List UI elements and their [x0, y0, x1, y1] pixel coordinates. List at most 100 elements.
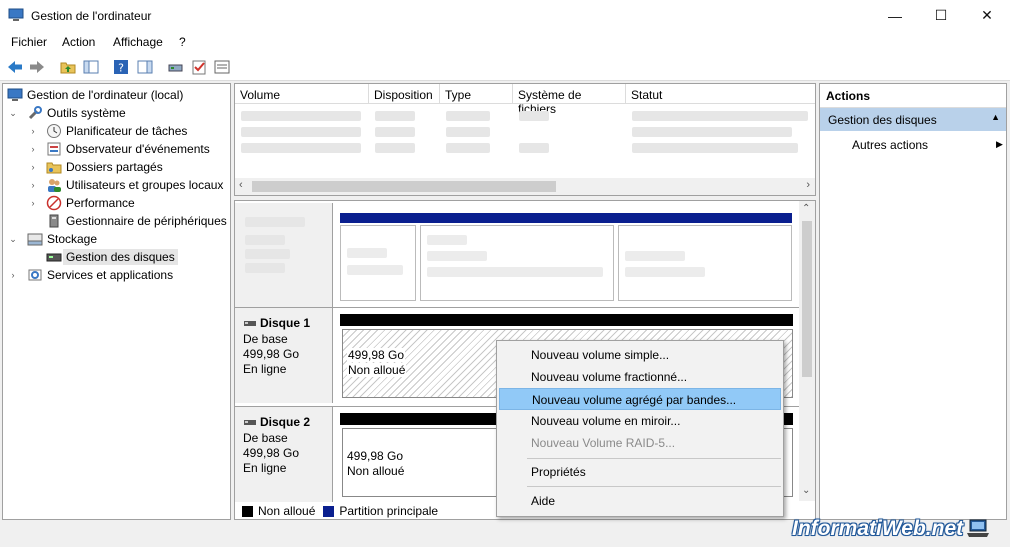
checklist-icon[interactable]	[190, 58, 208, 76]
menu-properties[interactable]: Propriétés	[499, 461, 781, 483]
disk-type: De base	[243, 332, 288, 346]
tools-icon	[28, 106, 42, 120]
tree-label: Dossiers partagés	[66, 160, 163, 174]
chevron-right-icon[interactable]: ›	[28, 198, 38, 208]
show-action-pane-icon[interactable]	[136, 58, 154, 76]
navigation-tree: Gestion de l'ordinateur (local) ⌄ Outils…	[2, 83, 231, 520]
chevron-right-icon[interactable]: ›	[8, 270, 18, 280]
tree-item-utilisateurs[interactable]: › Utilisateurs et groupes locaux	[3, 176, 228, 194]
maximize-button[interactable]: ☐	[918, 0, 964, 31]
tree-label: Performance	[66, 196, 135, 210]
chevron-right-icon[interactable]: ›	[28, 126, 38, 136]
tree-item-planificateur[interactable]: › Planificateur de tâches	[3, 122, 228, 140]
chevron-down-icon[interactable]: ⌄	[8, 234, 18, 245]
connect-drive-icon[interactable]	[167, 58, 185, 76]
disk-type: De base	[243, 431, 288, 445]
legend: Non alloué Partition principale	[236, 502, 438, 520]
tree-item-stockage[interactable]: ⌄ Stockage	[3, 230, 228, 248]
tree-label: Gestion de l'ordinateur (local)	[27, 88, 184, 102]
tree-item-observateur[interactable]: › Observateur d'événements	[3, 140, 228, 158]
menu-affichage[interactable]: Affichage	[113, 35, 163, 49]
disk-2-label[interactable]: Disque 2 De base 499,98 Go En ligne	[235, 407, 333, 502]
minimize-icon: —	[888, 7, 902, 24]
scrollbar-thumb[interactable]	[252, 181, 556, 192]
scrollbar-thumb[interactable]	[802, 221, 812, 377]
actions-header: Actions	[820, 84, 1006, 108]
horizontal-scrollbar[interactable]: ‹ ›	[235, 178, 815, 195]
menu-new-raid5-volume: Nouveau Volume RAID-5...	[531, 436, 676, 450]
tree-label: Stockage	[47, 232, 98, 246]
help-icon[interactable]: ?	[112, 58, 130, 76]
services-icon	[28, 269, 42, 281]
menu-bar: Fichier Action Affichage ?	[0, 31, 1010, 53]
window-title: Gestion de l'ordinateur	[31, 9, 152, 23]
column-header-status[interactable]: Statut	[626, 84, 815, 104]
scroll-down-icon[interactable]: ⌄	[802, 485, 810, 496]
tree-item-peripheriques[interactable]: Gestionnaire de périphériques	[3, 212, 228, 230]
chevron-down-icon[interactable]: ⌄	[8, 108, 18, 119]
disk-2-name: Disque 2	[243, 415, 310, 429]
tree-item-root[interactable]: Gestion de l'ordinateur (local)	[3, 86, 228, 104]
tree-item-performance[interactable]: › Performance	[3, 194, 228, 212]
tree-label: Services et applications	[47, 268, 174, 282]
column-header-type[interactable]: Type	[440, 84, 513, 104]
menu-fichier[interactable]: Fichier	[11, 35, 47, 49]
forward-arrow-icon[interactable]	[28, 58, 46, 76]
actions-section-gestion-disques[interactable]: Gestion des disques ▲	[820, 108, 1006, 131]
legend-primary: Partition principale	[339, 504, 439, 518]
submenu-arrow-icon[interactable]: ▶	[996, 139, 1003, 150]
partition-status: Non alloué	[347, 464, 405, 478]
computer-management-icon	[7, 88, 23, 101]
menu-new-simple-volume[interactable]: Nouveau volume simple...	[499, 344, 781, 366]
column-header-volume[interactable]: Volume	[235, 84, 369, 104]
menu-new-mirrored-volume[interactable]: Nouveau volume en miroir...	[499, 410, 781, 432]
scroll-left-icon[interactable]: ‹	[239, 179, 243, 191]
vertical-scrollbar[interactable]: ⌃ ⌄	[799, 201, 815, 501]
clock-icon	[47, 124, 61, 138]
disk-name-text: Disque 1	[260, 316, 311, 330]
menu-new-spanned-volume[interactable]: Nouveau volume fractionné...	[499, 366, 781, 388]
event-viewer-icon	[47, 142, 61, 156]
folder-up-icon[interactable]	[59, 58, 77, 76]
tree-item-outils-systeme[interactable]: ⌄ Outils système	[3, 104, 228, 122]
unallocated-bar	[340, 314, 793, 326]
minimize-button[interactable]: —	[872, 0, 918, 31]
more-actions-label: Autres actions	[852, 138, 929, 152]
tree-item-dossiers-partages[interactable]: › Dossiers partagés	[3, 158, 228, 176]
title-bar: Gestion de l'ordinateur — ☐ ✕	[0, 0, 1010, 31]
disk-1-label[interactable]: Disque 1 De base 499,98 Go En ligne	[235, 308, 333, 403]
collapse-up-icon[interactable]: ▲	[991, 112, 1000, 122]
properties-icon[interactable]	[213, 58, 231, 76]
chevron-right-icon[interactable]: ›	[28, 144, 38, 154]
svg-text:?: ?	[118, 62, 124, 75]
laptop-logo-icon	[967, 519, 990, 537]
disk-status: En ligne	[243, 461, 287, 475]
scroll-up-icon[interactable]: ⌃	[802, 203, 810, 214]
menu-help[interactable]: Aide	[499, 490, 781, 512]
toolbar: ?	[0, 53, 1010, 81]
actions-more-actions[interactable]: Autres actions	[852, 138, 928, 152]
chevron-right-icon[interactable]: ›	[28, 162, 38, 172]
menu-help[interactable]: ?	[179, 35, 186, 49]
tree-item-gestion-disques[interactable]: Gestion des disques	[3, 248, 228, 266]
show-tree-icon[interactable]	[82, 58, 100, 76]
disk-size: 499,98 Go	[243, 347, 300, 361]
back-arrow-icon[interactable]	[6, 58, 24, 76]
column-header-disposition[interactable]: Disposition	[369, 84, 440, 104]
menu-new-striped-volume[interactable]: Nouveau volume agrégé par bandes...	[499, 388, 781, 410]
legend-unallocated: Non alloué	[258, 504, 316, 518]
device-manager-icon	[49, 214, 59, 228]
disk-management-icon	[46, 253, 62, 262]
partition-size: 499,98 Go	[347, 449, 404, 463]
tree-item-services[interactable]: › Services et applications	[3, 266, 228, 284]
tree-label: Observateur d'événements	[66, 142, 210, 156]
column-header-file-system[interactable]: Système de fichiers	[513, 84, 626, 116]
menu-separator	[527, 458, 781, 459]
disk-icon	[244, 321, 256, 326]
context-menu: Nouveau volume simple... Nouveau volume …	[496, 340, 784, 517]
scroll-right-icon[interactable]: ›	[806, 179, 810, 191]
chevron-right-icon[interactable]: ›	[28, 180, 38, 190]
shared-folder-icon	[46, 162, 62, 174]
close-button[interactable]: ✕	[964, 0, 1010, 31]
menu-action[interactable]: Action	[62, 35, 95, 49]
